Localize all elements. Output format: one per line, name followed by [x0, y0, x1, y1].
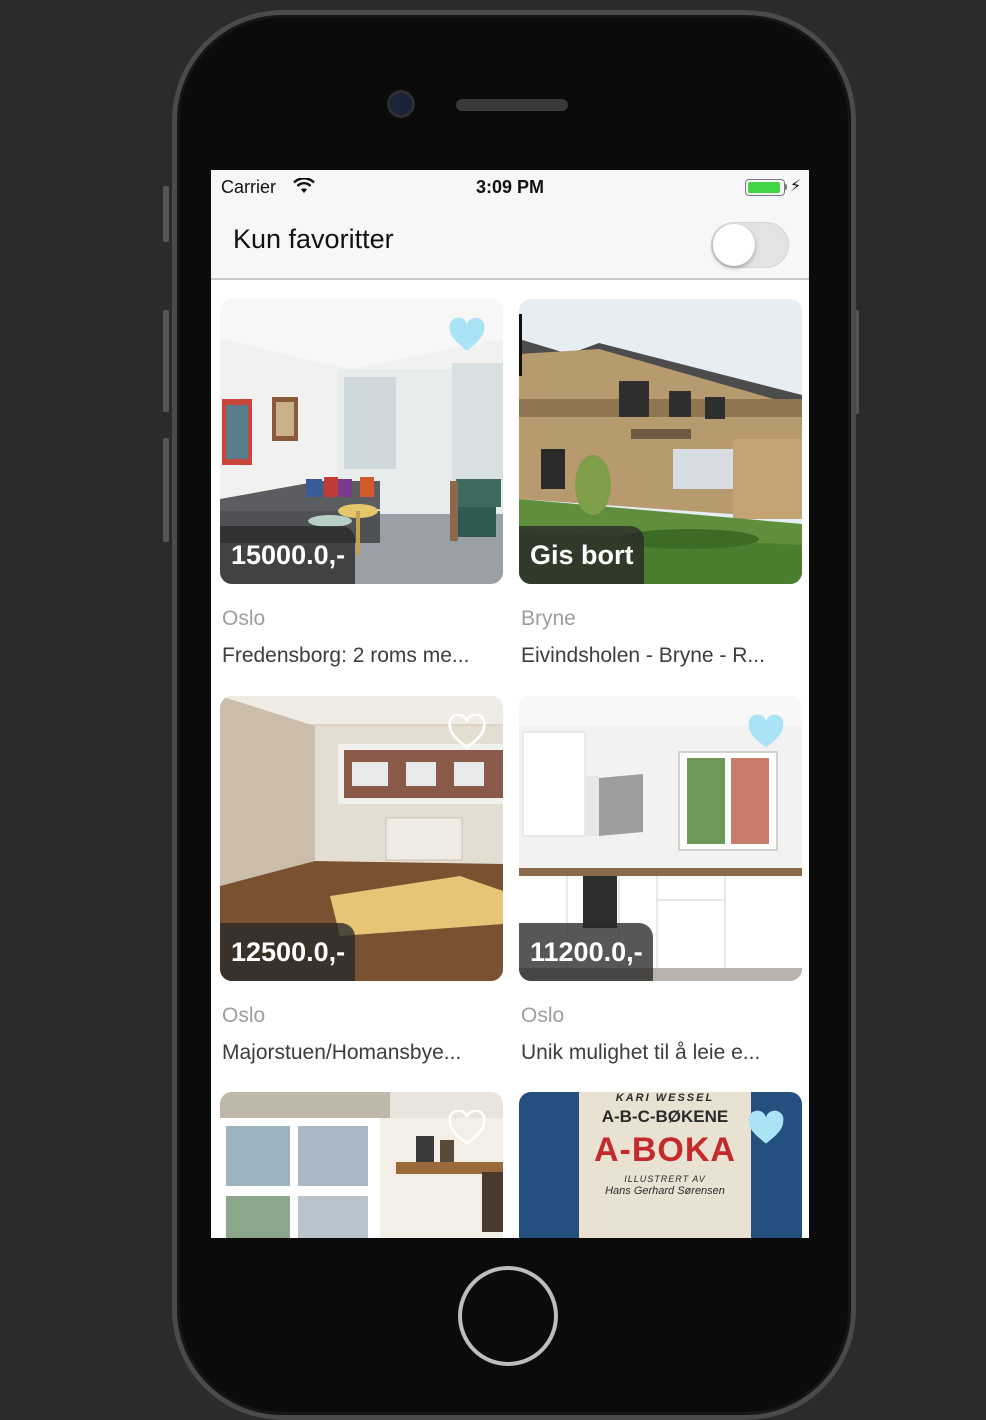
app-screen: Carrier 3:09 PM ⚡︎ Kun favoritter 15000.…: [211, 170, 809, 1238]
price-tag: 15000.0,-: [220, 526, 356, 584]
heart-icon[interactable]: [745, 714, 787, 750]
status-bar: Carrier 3:09 PM ⚡︎: [211, 170, 809, 204]
heart-icon[interactable]: [745, 1110, 787, 1146]
listing-card[interactable]: KARI WESSEL A-B-C-BØKENE A-BOKA ILLUSTRE…: [519, 1092, 802, 1238]
heart-icon[interactable]: [446, 1110, 488, 1146]
listing-card[interactable]: 11200.0,- Oslo Unik mulighet til å leie …: [519, 696, 802, 1076]
toggle-knob[interactable]: [713, 224, 755, 266]
silent-switch: [163, 186, 169, 242]
battery-tip: [784, 184, 787, 190]
price-tag: 11200.0,-: [519, 923, 653, 981]
price-tag: 12500.0,-: [220, 923, 356, 981]
text-cursor: [519, 314, 522, 376]
book-series: A-B-C-BØKENE: [601, 1107, 729, 1126]
charging-bolt-icon: ⚡︎: [790, 178, 802, 195]
book-illustrated: ILLUSTRERT AV: [624, 1174, 706, 1184]
listing-card[interactable]: [220, 1092, 503, 1238]
front-camera: [390, 93, 412, 115]
heart-icon[interactable]: [446, 714, 488, 750]
home-button[interactable]: [458, 1266, 558, 1366]
listing-title: Unik mulighet til å leie e...: [521, 1041, 761, 1064]
page-title: Kun favoritter: [233, 224, 394, 254]
listing-city: Oslo: [222, 1004, 266, 1027]
listing-card[interactable]: Gis bort Bryne Eivindsholen - Bryne - R.…: [519, 299, 802, 679]
earpiece-speaker: [456, 99, 568, 111]
listing-title: Eivindsholen - Bryne - R...: [521, 644, 765, 667]
book-author: KARI WESSEL: [615, 1092, 715, 1104]
listing-card[interactable]: 12500.0,- Oslo Majorstuen/Homansbye...: [220, 696, 503, 1076]
favorites-only-toggle[interactable]: [711, 222, 789, 268]
book-title: A-BOKA: [594, 1131, 736, 1169]
listing-photo[interactable]: 11200.0,-: [519, 696, 802, 981]
heart-icon[interactable]: [446, 317, 488, 353]
book-illustrator: Hans Gerhard Sørensen: [605, 1185, 725, 1197]
volume-down-button: [163, 438, 169, 542]
listing-city: Bryne: [521, 607, 576, 630]
listing-photo[interactable]: 15000.0,-: [220, 299, 503, 584]
listing-title: Majorstuen/Homansbye...: [222, 1041, 462, 1064]
listing-photo[interactable]: 12500.0,-: [220, 696, 503, 981]
listing-city: Oslo: [521, 1004, 565, 1027]
clock: 3:09 PM: [475, 177, 545, 197]
listing-card[interactable]: 15000.0,- Oslo Fredensborg: 2 roms me...: [220, 299, 503, 679]
volume-up-button: [163, 310, 169, 412]
listing-title: Fredensborg: 2 roms me...: [222, 644, 470, 667]
listing-photo[interactable]: KARI WESSEL A-B-C-BØKENE A-BOKA ILLUSTRE…: [519, 1092, 802, 1238]
listing-photo[interactable]: Gis bort: [519, 299, 802, 584]
book-cover: KARI WESSEL A-B-C-BØKENE A-BOKA ILLUSTRE…: [579, 1092, 751, 1238]
price-tag: Gis bort: [519, 526, 644, 584]
nav-bar: Kun favoritter: [211, 204, 809, 280]
battery-icon: [745, 179, 785, 196]
listing-photo[interactable]: [220, 1092, 503, 1238]
listing-city: Oslo: [222, 607, 266, 630]
